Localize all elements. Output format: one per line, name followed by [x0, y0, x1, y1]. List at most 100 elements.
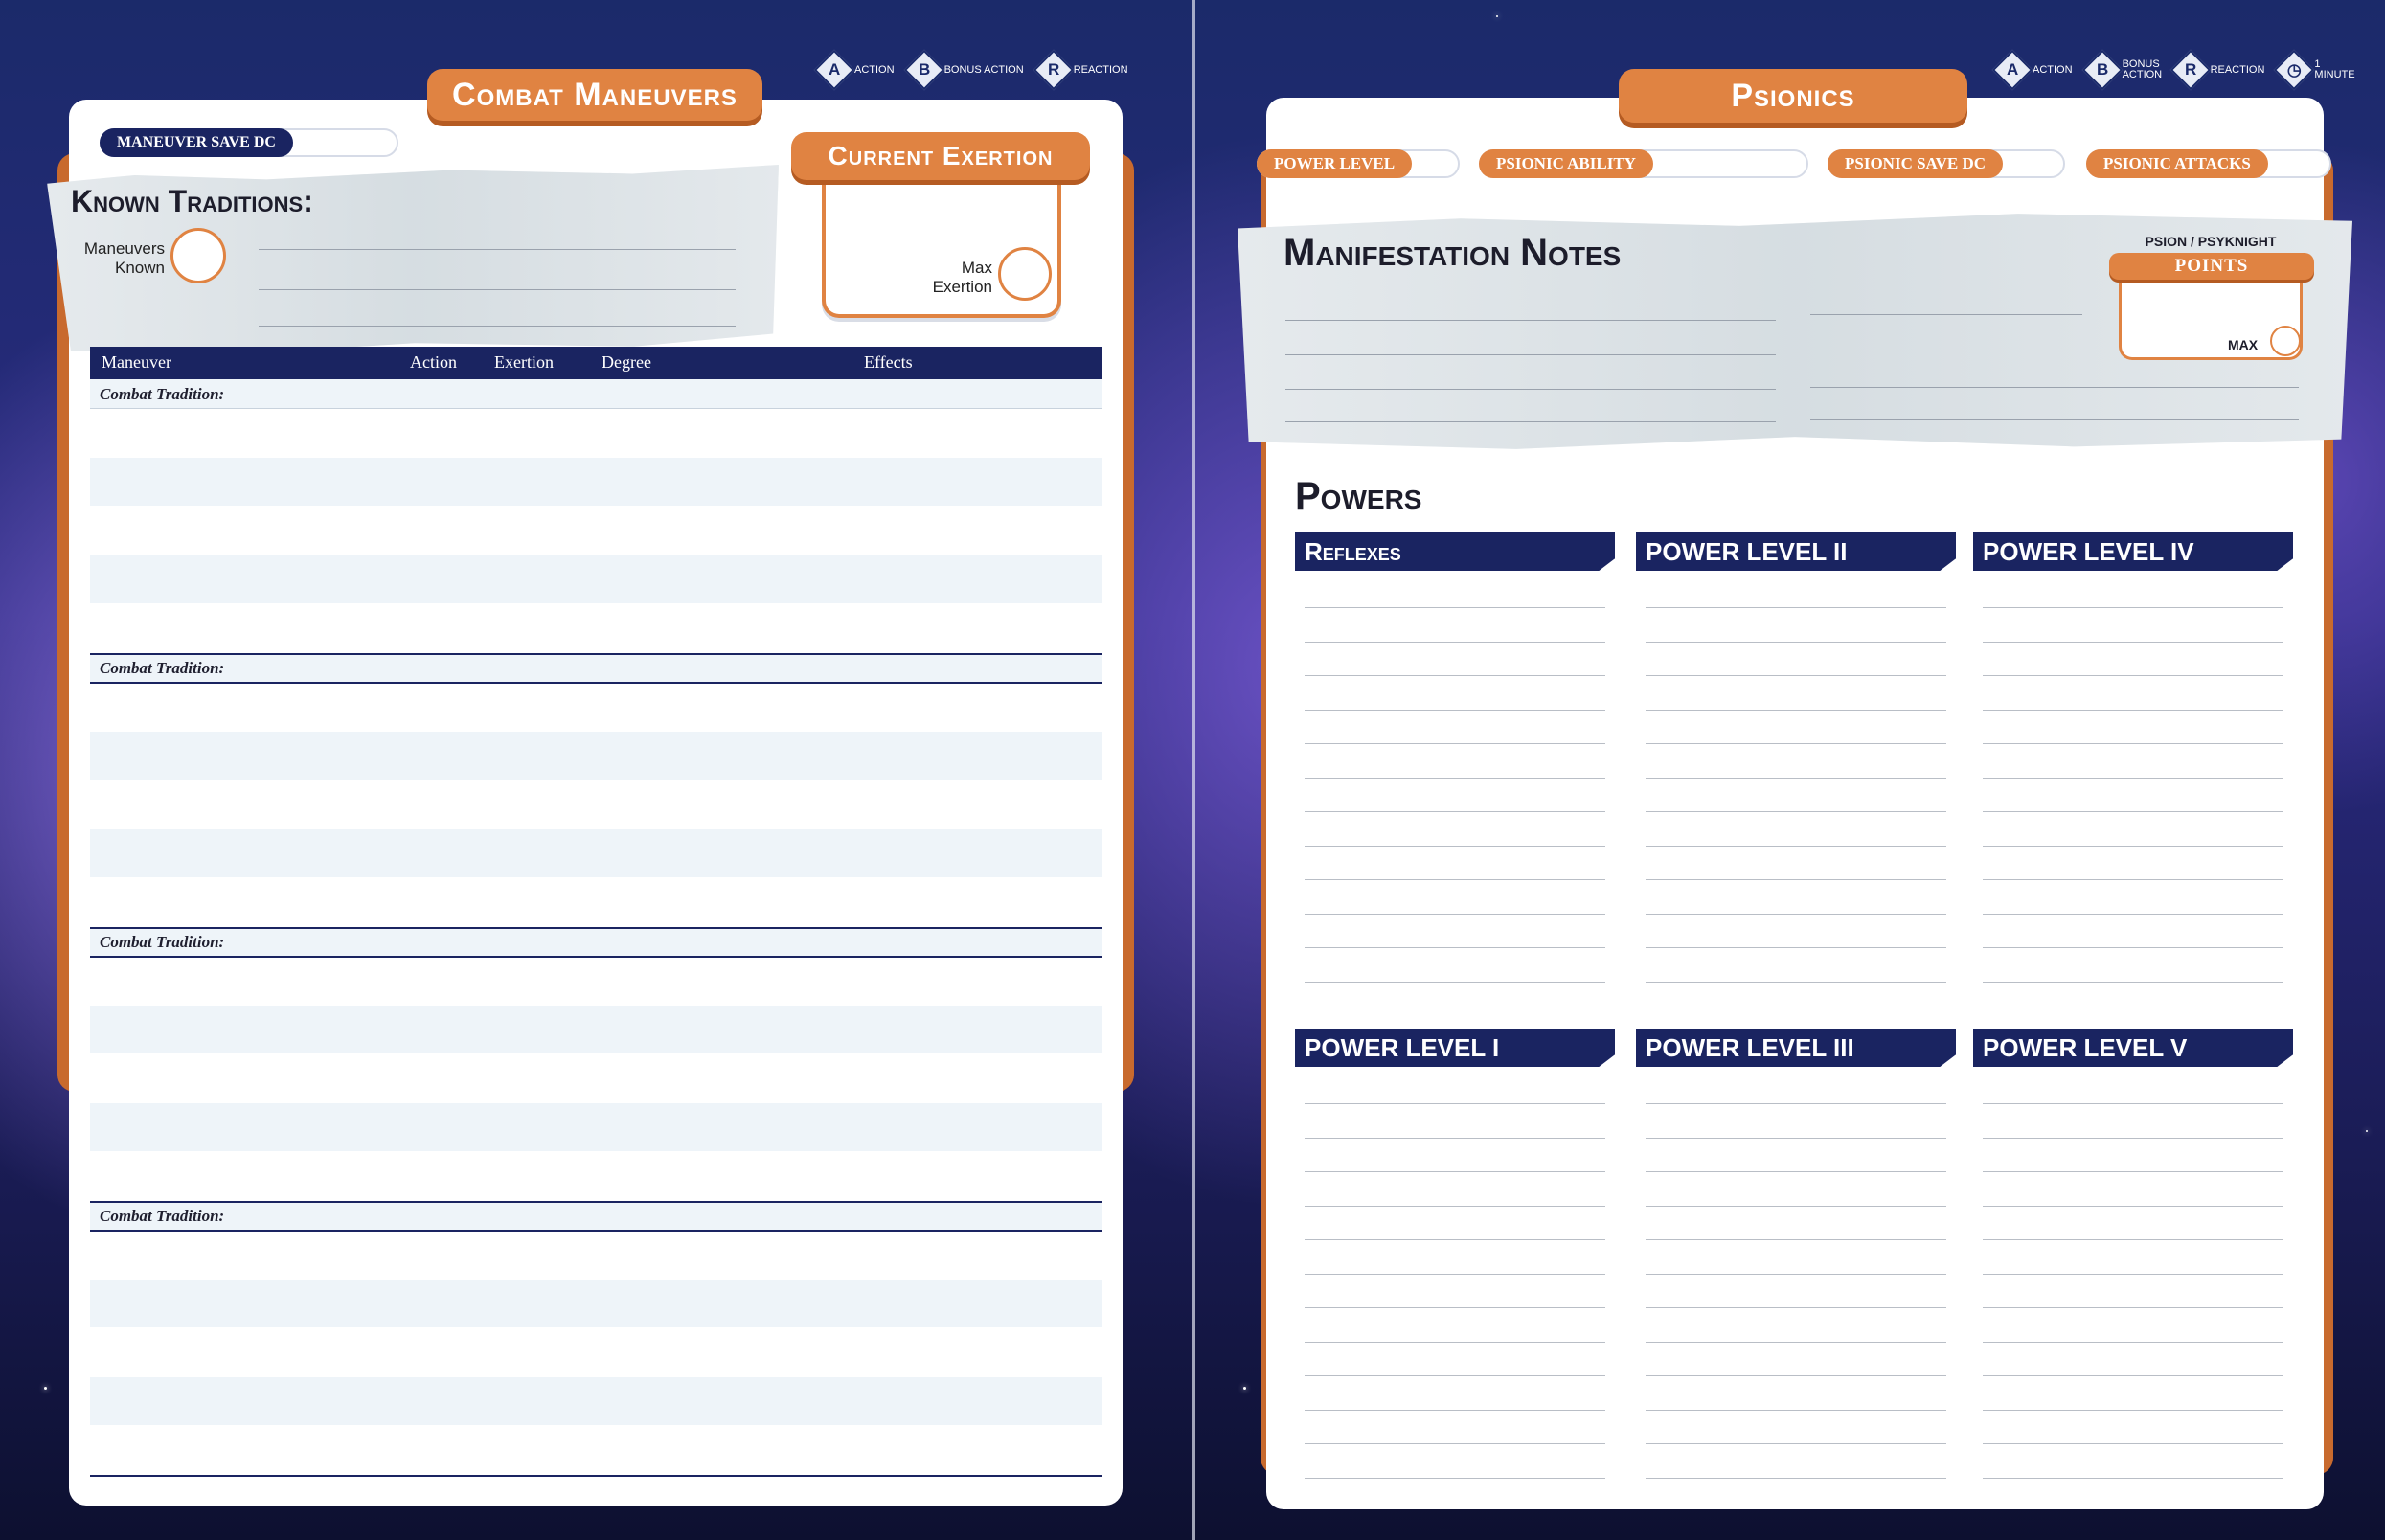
table-row[interactable] [90, 958, 1102, 1006]
power-entry-line[interactable] [1305, 1137, 1605, 1139]
notes-line[interactable] [1810, 387, 2299, 388]
power-entry-line[interactable] [1646, 811, 1946, 812]
power-entry-line[interactable] [1646, 1307, 1946, 1308]
power-entry-line[interactable] [1983, 913, 2283, 915]
power-entry-line[interactable] [1646, 947, 1946, 948]
psionic-attacks-field[interactable]: Psionic Attacks [2086, 149, 2331, 178]
table-row[interactable] [90, 781, 1102, 829]
notes-line[interactable] [1810, 314, 2082, 315]
power-entry-line[interactable] [1305, 981, 1605, 983]
traditions-line[interactable] [259, 326, 736, 327]
power-entry-line[interactable] [1305, 1307, 1605, 1308]
power-entry-line[interactable] [1305, 879, 1605, 880]
table-row[interactable] [90, 684, 1102, 732]
power-entry-line[interactable] [1646, 1103, 1946, 1104]
power-entry-line[interactable] [1983, 1443, 2283, 1444]
traditions-line[interactable] [259, 289, 736, 290]
maneuvers-known-input[interactable] [170, 228, 226, 283]
table-row[interactable] [90, 1006, 1102, 1053]
psionic-ability-field[interactable]: Psionic Ability [1479, 149, 1808, 178]
power-entry-line[interactable] [1646, 1137, 1946, 1139]
power-entry-line[interactable] [1646, 641, 1946, 643]
notes-line[interactable] [1285, 421, 1776, 422]
table-row[interactable] [90, 1232, 1102, 1280]
power-entry-line[interactable] [1646, 1443, 1946, 1444]
power-entry-line[interactable] [1983, 675, 2283, 676]
power-entry-line[interactable] [1646, 981, 1946, 983]
power-entry-line[interactable] [1646, 743, 1946, 744]
power-entry-line[interactable] [1305, 1341, 1605, 1343]
power-entry-line[interactable] [1305, 913, 1605, 915]
power-entry-line[interactable] [1983, 607, 2283, 608]
power-entry-line[interactable] [1305, 1375, 1605, 1376]
table-row[interactable] [90, 829, 1102, 877]
power-entry-line[interactable] [1983, 1137, 2283, 1139]
power-entry-line[interactable] [1983, 947, 2283, 948]
power-entry-line[interactable] [1983, 845, 2283, 847]
power-entry-line[interactable] [1305, 1477, 1605, 1479]
power-entry-line[interactable] [1305, 947, 1605, 948]
power-entry-line[interactable] [1983, 1171, 2283, 1172]
power-entry-line[interactable] [1305, 675, 1605, 676]
power-entry-line[interactable] [1646, 1273, 1946, 1275]
power-entry-line[interactable] [1646, 1239, 1946, 1240]
power-entry-line[interactable] [1983, 777, 2283, 779]
power-entry-line[interactable] [1305, 709, 1605, 711]
power-entry-line[interactable] [1983, 709, 2283, 711]
power-entry-line[interactable] [1646, 709, 1946, 711]
table-row[interactable] [90, 1427, 1102, 1475]
table-row[interactable] [90, 410, 1102, 458]
power-entry-line[interactable] [1305, 1239, 1605, 1240]
power-entry-line[interactable] [1646, 1375, 1946, 1376]
table-row[interactable] [90, 506, 1102, 554]
power-entry-line[interactable] [1305, 1171, 1605, 1172]
notes-line[interactable] [1810, 419, 2299, 420]
power-entry-line[interactable] [1983, 1477, 2283, 1479]
power-entry-line[interactable] [1646, 1409, 1946, 1411]
power-entry-line[interactable] [1983, 879, 2283, 880]
notes-line[interactable] [1285, 354, 1776, 355]
table-row[interactable] [90, 1377, 1102, 1425]
power-entry-line[interactable] [1646, 1477, 1946, 1479]
power-entry-line[interactable] [1983, 811, 2283, 812]
table-row[interactable] [90, 1280, 1102, 1327]
power-entry-line[interactable] [1305, 845, 1605, 847]
table-row[interactable] [90, 458, 1102, 506]
power-entry-line[interactable] [1983, 1375, 2283, 1376]
table-row[interactable] [90, 1153, 1102, 1201]
traditions-line[interactable] [259, 249, 736, 250]
power-entry-line[interactable] [1305, 811, 1605, 812]
table-row[interactable] [90, 879, 1102, 927]
power-entry-line[interactable] [1305, 641, 1605, 643]
power-entry-line[interactable] [1983, 1273, 2283, 1275]
points-max-input[interactable] [2270, 326, 2301, 356]
power-entry-line[interactable] [1646, 1205, 1946, 1207]
table-row[interactable] [90, 732, 1102, 780]
power-entry-line[interactable] [1646, 879, 1946, 880]
power-entry-line[interactable] [1646, 675, 1946, 676]
notes-line[interactable] [1285, 320, 1776, 321]
table-row[interactable] [90, 1103, 1102, 1151]
power-entry-line[interactable] [1983, 641, 2283, 643]
table-row[interactable] [90, 1055, 1102, 1103]
power-entry-line[interactable] [1305, 1409, 1605, 1411]
power-entry-line[interactable] [1305, 1205, 1605, 1207]
table-row[interactable] [90, 603, 1102, 651]
power-level-field[interactable]: Power Level [1257, 149, 1460, 178]
psionic-save-dc-field[interactable]: Psionic Save DC [1828, 149, 2065, 178]
notes-line[interactable] [1285, 389, 1776, 390]
power-entry-line[interactable] [1983, 1409, 2283, 1411]
power-entry-line[interactable] [1305, 607, 1605, 608]
power-entry-line[interactable] [1646, 1341, 1946, 1343]
power-entry-line[interactable] [1983, 1307, 2283, 1308]
power-entry-line[interactable] [1646, 1171, 1946, 1172]
power-entry-line[interactable] [1983, 1341, 2283, 1343]
table-row[interactable] [90, 1329, 1102, 1377]
power-entry-line[interactable] [1646, 607, 1946, 608]
power-entry-line[interactable] [1305, 743, 1605, 744]
power-entry-line[interactable] [1646, 777, 1946, 779]
power-entry-line[interactable] [1305, 1273, 1605, 1275]
power-entry-line[interactable] [1983, 743, 2283, 744]
maneuver-save-dc-field[interactable]: Maneuver Save DC [100, 128, 398, 157]
table-row[interactable] [90, 555, 1102, 603]
